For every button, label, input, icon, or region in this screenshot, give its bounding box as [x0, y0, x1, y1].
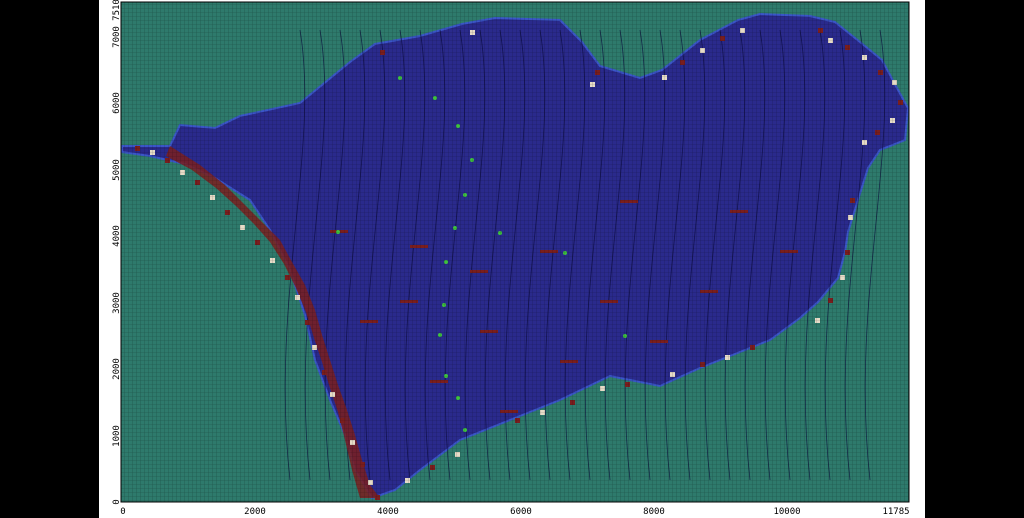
x-axis: 0 2000 4000 6000 8000 10000 11785	[120, 507, 909, 517]
y-tick-label: 7510	[112, 0, 122, 21]
cell-grid-overlay	[121, 2, 909, 502]
y-tick-label: 1000	[112, 425, 122, 447]
x-tick-label: 6000	[510, 507, 532, 517]
y-tick-label: 5000	[112, 159, 122, 181]
x-tick-label: 8000	[643, 507, 665, 517]
y-tick-label: 2000	[112, 358, 122, 380]
y-tick-label: 6000	[112, 92, 122, 114]
x-tick-label: 0	[120, 507, 125, 517]
y-tick-label: 4000	[112, 225, 122, 247]
y-tick-label: 3000	[112, 292, 122, 314]
x-tick-label: 11785	[882, 507, 909, 517]
groundwater-model-grid-map[interactable]: 0 2000 4000 6000 8000 10000 11785 0 1000…	[0, 0, 1024, 518]
y-tick-label: 0	[112, 499, 122, 504]
y-tick-label: 7000	[112, 26, 122, 48]
x-tick-label: 4000	[377, 507, 399, 517]
x-tick-label: 10000	[773, 507, 800, 517]
x-tick-label: 2000	[244, 507, 266, 517]
